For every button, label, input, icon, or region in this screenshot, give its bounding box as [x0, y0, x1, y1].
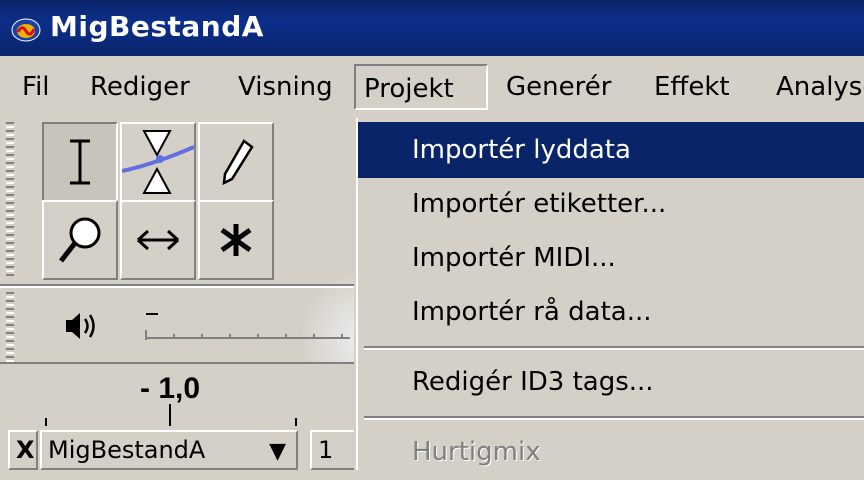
menu-file[interactable]: Fil: [14, 64, 58, 110]
volume-slider[interactable]: [140, 304, 350, 344]
track-name: MigBestandA: [48, 436, 206, 464]
menu-project[interactable]: Projekt: [354, 64, 488, 110]
track-menu-arrow-icon: ▼: [269, 439, 286, 464]
menu-separator: [364, 416, 864, 420]
multi-tool-button[interactable]: [198, 200, 274, 280]
menu-import-midi[interactable]: Importér MIDI...: [358, 230, 864, 286]
app-icon: [11, 18, 41, 42]
menu-view[interactable]: Visning: [230, 64, 341, 110]
menu-edit[interactable]: Rediger: [82, 64, 198, 110]
toolbar-grip[interactable]: [6, 122, 14, 278]
ruler-label: - 1,0: [140, 372, 201, 405]
track-control-panel: X MigBestandA ▼ 1: [0, 426, 360, 470]
ruler-ticks: [45, 404, 297, 426]
asterisk-icon: [220, 224, 252, 256]
selection-tool-button[interactable]: [42, 122, 118, 202]
envelope-tool-button[interactable]: [120, 122, 196, 202]
pencil-icon: [222, 139, 254, 186]
window-title: MigBestandA: [50, 10, 264, 43]
selection-tool-icon: [70, 139, 90, 185]
meter-grip[interactable]: [6, 292, 14, 362]
menu-analyze[interactable]: Analyse: [768, 64, 864, 110]
menu-separator: [364, 346, 864, 350]
envelope-tool-icon: [122, 130, 194, 194]
title-bar: MigBestandA: [0, 0, 864, 56]
timeshift-tool-button[interactable]: [120, 200, 196, 280]
timeline-ruler[interactable]: - 1,0: [0, 362, 360, 428]
menu-import-raw[interactable]: Importér rå data...: [358, 284, 864, 340]
track-close-button[interactable]: X: [8, 430, 38, 470]
zoom-tool-button[interactable]: [42, 200, 118, 280]
speaker-icon: [66, 313, 95, 339]
menu-import-audio[interactable]: Importér lyddata: [358, 122, 864, 178]
track-extra-button[interactable]: 1: [310, 430, 356, 470]
menu-bar: Fil Rediger Visning Projekt Generér Effe…: [0, 56, 864, 118]
double-arrow-icon: [136, 229, 180, 251]
draw-tool-button[interactable]: [198, 122, 274, 202]
menu-edit-id3[interactable]: Redigér ID3 tags...: [358, 354, 864, 410]
menu-import-labels[interactable]: Importér etiketter...: [358, 176, 864, 232]
menu-effect[interactable]: Effekt: [646, 64, 738, 110]
toolbar-divider: [0, 284, 360, 288]
menu-generate[interactable]: Generér: [498, 64, 619, 110]
menu-quick-mix: Hurtigmix: [412, 437, 541, 467]
project-menu-dropdown: Importér lyddata Importér etiketter... I…: [356, 118, 864, 470]
magnifier-icon: [59, 217, 101, 263]
track-name-button[interactable]: MigBestandA ▼: [40, 430, 298, 470]
